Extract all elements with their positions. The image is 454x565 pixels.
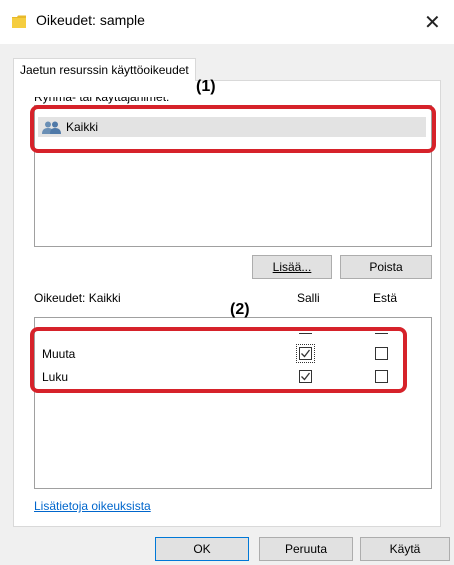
allow-column-header: Salli	[297, 291, 320, 305]
add-button-label: Lisää...	[272, 260, 312, 274]
remove-button[interactable]: Poista	[340, 255, 432, 279]
permissions-label: Oikeudet: Kaikki	[34, 291, 121, 305]
window-title: Oikeudet: sample	[36, 12, 145, 28]
add-button[interactable]: Lisää...	[252, 255, 332, 279]
deny-column-header: Estä	[373, 291, 398, 305]
permissions-help-link[interactable]: Lisätietoja oikeuksista	[34, 499, 151, 513]
close-icon: ✕	[424, 10, 441, 34]
apply-button[interactable]: Käytä	[360, 537, 450, 561]
title-bar: Oikeudet: sample ✕	[0, 0, 454, 44]
close-button[interactable]: ✕	[410, 0, 454, 44]
remove-button-label: Poista	[369, 260, 403, 274]
ok-button[interactable]: OK	[155, 537, 249, 561]
permissions-dialog: Oikeudet: sample ✕ Jaetun resurssin käyt…	[0, 0, 454, 565]
callout-label-2: (2)	[230, 301, 250, 318]
callout-box-1	[30, 105, 436, 153]
callout-box-2	[30, 327, 407, 393]
cancel-button[interactable]: Peruuta	[259, 537, 353, 561]
folder-icon	[12, 15, 26, 28]
callout-label-1: (1)	[196, 78, 216, 95]
tab-share-permissions[interactable]: Jaetun resurssin käyttöoikeudet	[13, 58, 196, 81]
